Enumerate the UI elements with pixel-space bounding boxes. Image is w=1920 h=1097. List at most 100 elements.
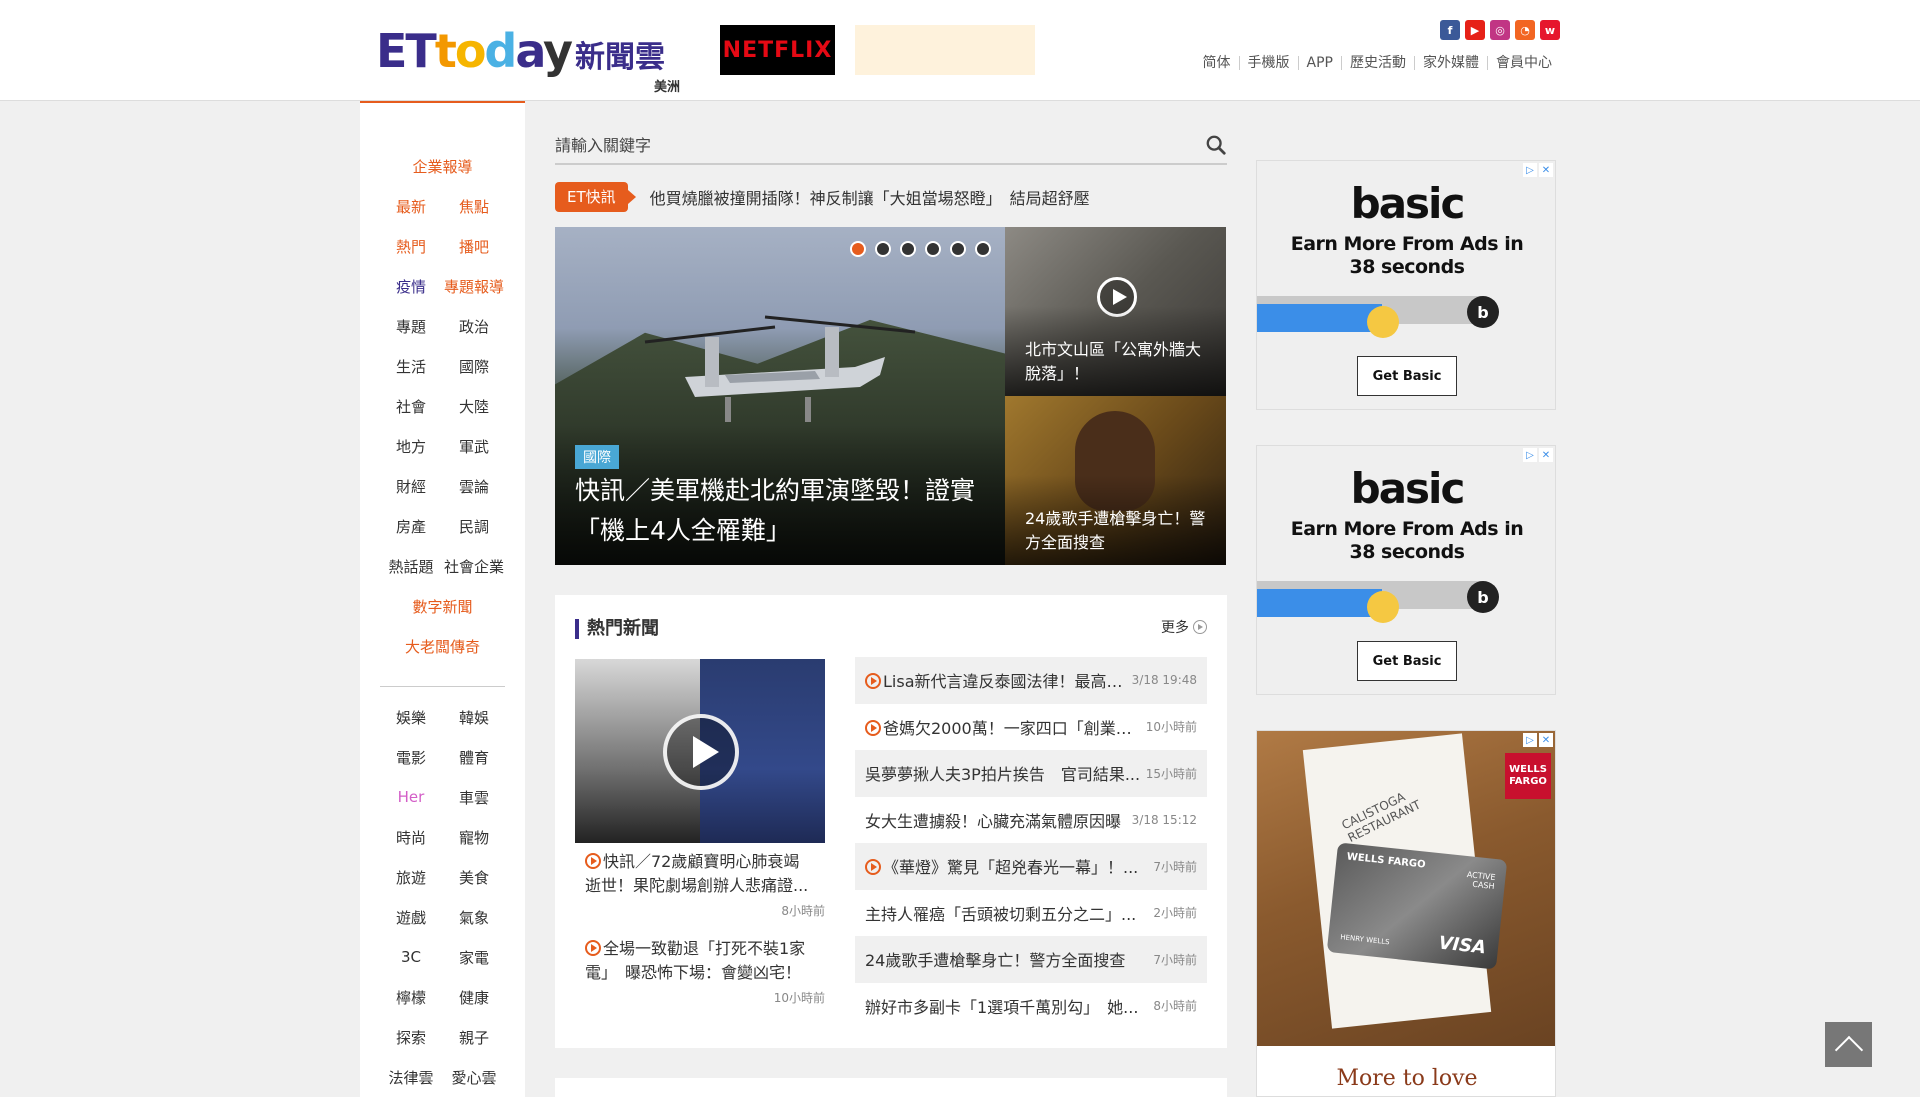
left-nav-item[interactable]: 熱門 [380, 236, 442, 257]
netflix-banner[interactable]: NETFLIX [720, 25, 835, 75]
basic-ad[interactable]: ▷ ✕ basic Earn More From Ads in 38 secon… [1256, 160, 1556, 410]
hot-news-title[interactable]: 《華燈》驚見「超兇春光一幕」！... [865, 854, 1138, 878]
close-icon[interactable]: ✕ [1539, 733, 1553, 747]
hot-left-item[interactable]: 快訊／72歲顧寶明心肺衰竭逝世！果陀劇場創辦人悲痛證... 8小時前 [575, 850, 825, 919]
facebook-icon[interactable]: f [1440, 20, 1460, 40]
left-nav-item[interactable]: 健康 [443, 987, 505, 1008]
adchoices-icon[interactable]: ▷ [1523, 733, 1537, 747]
more-link[interactable]: 更多 [1161, 617, 1207, 637]
left-nav-item[interactable]: 房產 [380, 516, 442, 537]
hot-left-item[interactable]: 全場一致勸退「打死不裝1家電」 曝恐怖下場：會變凶宅！ 10小時前 [575, 937, 825, 1006]
left-nav-item[interactable]: 軍武 [443, 436, 505, 457]
side-news-item[interactable]: 北市文山區「公寓外牆大脫落」！ [1005, 227, 1226, 396]
left-nav-item[interactable]: 社會 [380, 396, 442, 417]
flash-headline[interactable]: 他買燒臘被撞開插隊！神反制讓「大姐當場怒瞪」 結局超舒壓 [650, 185, 1090, 209]
carousel-dot[interactable] [850, 241, 866, 257]
carousel-dot[interactable] [925, 241, 941, 257]
wells-fargo-ad[interactable]: CALISTOGA RESTAURANT WELLS FARGO ACTIVE C… [1256, 730, 1556, 1097]
site-logo[interactable]: ET today 新聞雲 [376, 24, 665, 78]
hot-news-title[interactable]: 吳夢夢揪人夫3P拍片挨告 官司結果... [865, 761, 1140, 785]
left-nav-item[interactable]: 車雲 [443, 787, 505, 808]
hot-news-title[interactable]: 女大生遭擄殺！心臟充滿氣體原因曝 [865, 808, 1121, 832]
header-ad-banner[interactable] [855, 25, 1035, 75]
topnav-simplified[interactable]: 简体 [1195, 56, 1239, 70]
hot-news-row[interactable]: 主持人罹癌「舌頭被切剩五分之二」... 2小時前 [855, 890, 1207, 937]
left-nav-item[interactable]: 財經 [380, 476, 442, 497]
left-nav-item[interactable]: 時尚 [380, 827, 442, 848]
close-icon[interactable]: ✕ [1539, 163, 1553, 177]
left-nav-item[interactable]: 電影 [380, 747, 442, 768]
hot-news-row[interactable]: 吳夢夢揪人夫3P拍片挨告 官司結果... 15小時前 [855, 750, 1207, 797]
left-nav-item[interactable]: 氣象 [443, 907, 505, 928]
hot-news-row[interactable]: Lisa新代言違反泰國法律！最高「... 3/18 19:48 [855, 657, 1207, 704]
carousel-dot[interactable] [875, 241, 891, 257]
left-nav-item[interactable]: 政治 [443, 316, 505, 337]
hot-news-title[interactable]: 24歲歌手遭槍擊身亡！警方全面搜查 [865, 947, 1125, 971]
left-nav-item[interactable]: Her [380, 788, 442, 806]
basic-ad[interactable]: ▷ ✕ basic Earn More From Ads in 38 secon… [1256, 445, 1556, 695]
left-nav-item[interactable]: 體育 [443, 747, 505, 768]
left-nav-item[interactable]: 社會企業 [443, 556, 505, 577]
hot-news-row[interactable]: 辦好市多副卡「1選項千萬別勾」 她... 8小時前 [855, 983, 1207, 1030]
get-basic-button[interactable]: Get Basic [1357, 641, 1457, 681]
left-nav-item[interactable]: 國際 [443, 356, 505, 377]
hot-news-title[interactable]: Lisa新代言違反泰國法律！最高「... [865, 668, 1128, 692]
adchoices-icon[interactable]: ▷ [1523, 448, 1537, 462]
search-icon[interactable] [1205, 134, 1227, 156]
left-nav-item[interactable]: 親子 [443, 1027, 505, 1048]
instagram-icon[interactable]: ◎ [1490, 20, 1510, 40]
left-nav-item[interactable]: 愛心雲 [443, 1067, 505, 1088]
left-nav-item[interactable]: 法律雲 [380, 1067, 442, 1088]
play-icon[interactable] [663, 714, 739, 790]
carousel-dot[interactable] [950, 241, 966, 257]
carousel-dot[interactable] [900, 241, 916, 257]
hot-news-title[interactable]: 辦好市多副卡「1選項千萬別勾」 她... [865, 994, 1138, 1018]
close-icon[interactable]: ✕ [1539, 448, 1553, 462]
topnav-app[interactable]: APP [1297, 56, 1341, 70]
left-nav-item[interactable]: 旅遊 [380, 867, 442, 888]
rss-icon[interactable]: ◔ [1515, 20, 1535, 40]
topnav-outdoor-media[interactable]: 家外媒體 [1414, 56, 1487, 70]
left-nav-item[interactable]: 寵物 [443, 827, 505, 848]
hot-left-title[interactable]: 全場一致勸退「打死不裝1家電」 曝恐怖下場：會變凶宅！ [585, 939, 805, 982]
left-nav-item[interactable]: 疫情 [380, 276, 442, 297]
left-nav-item[interactable]: 專題 [380, 316, 442, 337]
left-nav-item[interactable]: 焦點 [443, 196, 505, 217]
search-input[interactable] [555, 130, 1175, 160]
left-nav-item[interactable]: 數字新聞 [412, 596, 472, 617]
back-to-top-button[interactable] [1825, 1022, 1872, 1067]
hero-title[interactable]: 快訊／美軍機赴北約軍演墜毀！證實「機上4人全罹難」 [575, 471, 985, 551]
left-nav-item[interactable]: 探索 [380, 1027, 442, 1048]
hero-category-badge[interactable]: 國際 [575, 445, 619, 469]
left-nav-item[interactable]: 大老闆傳奇 [405, 636, 480, 657]
topnav-mobile[interactable]: 手機版 [1238, 56, 1298, 70]
left-nav-item[interactable]: 地方 [380, 436, 442, 457]
left-nav-item[interactable]: 企業報導 [412, 156, 472, 177]
hot-news-row[interactable]: 《華燈》驚見「超兇春光一幕」！... 7小時前 [855, 843, 1207, 890]
hot-news-row[interactable]: 女大生遭擄殺！心臟充滿氣體原因曝 3/18 15:12 [855, 797, 1207, 844]
left-nav-item[interactable]: 最新 [380, 196, 442, 217]
adchoices-icon[interactable]: ▷ [1523, 163, 1537, 177]
get-basic-button[interactable]: Get Basic [1357, 356, 1457, 396]
left-nav-item[interactable]: 檸檬 [380, 987, 442, 1008]
side-news-title[interactable]: 24歲歌手遭槍擊身亡！警方全面搜查 [1025, 507, 1215, 555]
youtube-icon[interactable]: ▶ [1465, 20, 1485, 40]
weibo-icon[interactable]: w [1540, 20, 1560, 40]
left-nav-item[interactable]: 娛樂 [380, 707, 442, 728]
hot-news-video-thumb[interactable] [575, 659, 825, 843]
hero-carousel[interactable]: 國際 快訊／美軍機赴北約軍演墜毀！證實「機上4人全罹難」 [555, 227, 1005, 565]
left-nav-item[interactable]: 播吧 [443, 236, 505, 257]
topnav-history-events[interactable]: 歷史活動 [1341, 56, 1414, 70]
left-nav-item[interactable]: 遊戲 [380, 907, 442, 928]
left-nav-item[interactable]: 雲論 [443, 476, 505, 497]
hot-news-title[interactable]: 主持人罹癌「舌頭被切剩五分之二」... [865, 901, 1136, 925]
hot-news-row[interactable]: 爸媽欠2000萬！一家四口「創業賣... 10小時前 [855, 704, 1207, 751]
hot-news-row[interactable]: 24歲歌手遭槍擊身亡！警方全面搜查 7小時前 [855, 936, 1207, 983]
hot-left-title[interactable]: 快訊／72歲顧寶明心肺衰竭逝世！果陀劇場創辦人悲痛證... [585, 852, 808, 895]
side-news-title[interactable]: 北市文山區「公寓外牆大脫落」！ [1025, 338, 1215, 386]
side-news-item[interactable]: 24歲歌手遭槍擊身亡！警方全面搜查 [1005, 396, 1226, 565]
left-nav-item[interactable]: 民調 [443, 516, 505, 537]
left-nav-item[interactable]: 韓娛 [443, 707, 505, 728]
left-nav-item[interactable]: 熱話題 [380, 556, 442, 577]
left-nav-item[interactable]: 生活 [380, 356, 442, 377]
